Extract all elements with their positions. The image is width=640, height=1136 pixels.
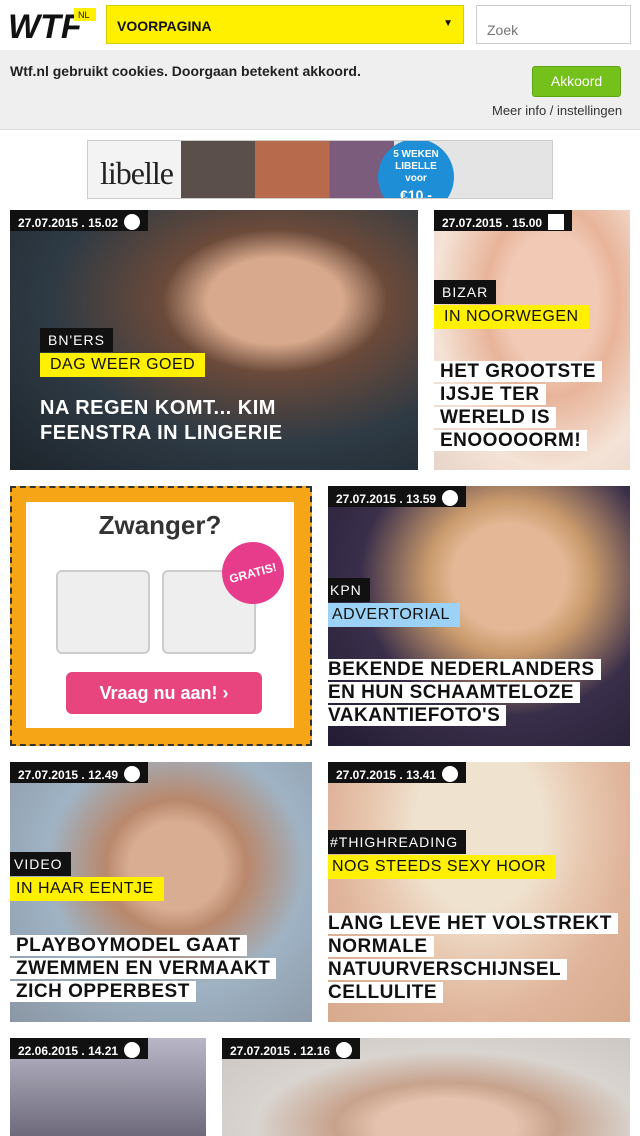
article-title: PLAYBOYMODEL GAAT ZWEMMEN EN VERMAAKT ZI… [10,934,280,1003]
article-card[interactable]: 22.06.2015 . 14.21 [10,1038,206,1136]
article-card[interactable]: 27.07.2015 . 15.02 BN'ERS DAG WEER GOED … [10,210,418,470]
article-card[interactable]: 27.07.2015 . 13.59 KPN ADVERTORIAL BEKEN… [328,486,630,746]
article-subtitle: IN HAAR EENTJE [10,877,164,901]
article-date: 22.06.2015 . 14.21 [10,1038,149,1059]
article-category: BIZAR [434,280,497,304]
article-title: HET GROOTSTE IJSJE TER WERELD IS ENOOOOO… [434,360,604,452]
article-date: 27.07.2015 . 12.49 [10,762,149,783]
ad-panel: Zwanger? GRATIS! Vraag nu aan! › [26,502,294,728]
banner-offer-line3: voor [405,173,427,184]
section-select[interactable]: VOORPAGINA ▼ [106,5,464,44]
checkered-icon [548,214,565,230]
cookie-settings-link[interactable]: Meer info / instellingen [492,103,622,118]
svg-text:NL: NL [78,10,90,20]
wtf-logo[interactable]: WTF NL [8,6,96,46]
libelle-banner-ad[interactable]: libelle 5 WEKEN LIBELLE voor €10,- [87,140,553,199]
article-date: 27.07.2015 . 12.16 [222,1038,361,1059]
banner-brand: libelle [100,155,174,191]
article-date: 27.07.2015 . 15.02 [10,210,149,231]
ouders-ad[interactable]: Zwanger? GRATIS! Vraag nu aan! › [10,486,312,746]
banner-offer-line1: 5 WEKEN [393,149,439,160]
chevron-down-icon: ▼ [443,18,453,29]
article-subtitle: ADVERTORIAL [328,603,460,627]
site-header: WTF NL VOORPAGINA ▼ [0,0,640,50]
article-date: 27.07.2015 . 15.00 [434,210,573,231]
article-category: VIDEO [10,852,71,876]
article-date: 27.07.2015 . 13.59 [328,486,467,507]
comment-icon [124,214,141,230]
article-card[interactable]: 27.07.2015 . 12.16 [222,1038,630,1136]
article-card[interactable]: 27.07.2015 . 13.41 #THIGHREADING NOG STE… [328,762,630,1022]
baby-box-image [56,570,150,654]
dollar-icon [442,490,459,506]
article-category: KPN [328,578,370,602]
article-title: LANG LEVE HET VOLSTREKT NORMALE NATUURVE… [328,912,618,1004]
search-input[interactable] [476,5,631,44]
article-date: 27.07.2015 . 13.41 [328,762,467,783]
article-title: BEKENDE NEDERLANDERS EN HUN SCHAAMTELOZE… [328,658,622,727]
article-category: BN'ERS [40,328,113,352]
svg-text:WTF: WTF [8,8,83,44]
banner-offer-badge: 5 WEKEN LIBELLE voor €10,- [378,141,454,199]
article-category: #THIGHREADING [328,830,467,854]
cookie-text: Wtf.nl gebruikt cookies. Doorgaan beteke… [10,63,361,79]
article-title: NA REGEN KOMT... KIM FEENSTRA IN LINGERI… [40,397,283,444]
article-card[interactable]: 27.07.2015 . 15.00 BIZAR IN NOORWEGEN HE… [434,210,630,470]
article-subtitle: NOG STEEDS SEXY HOOR [328,855,557,879]
article-subtitle: IN NOORWEGEN [434,305,589,329]
ad-headline: Zwanger? [98,510,222,540]
article-subtitle: DAG WEER GOED [40,353,206,377]
banner-offer-line2: LIBELLE [395,161,437,172]
comment-icon [336,1042,353,1058]
ad-cta-button[interactable]: Vraag nu aan! › [66,672,262,714]
comment-icon [124,1042,141,1058]
section-select-value: VOORPAGINA [117,18,212,34]
accept-cookies-button[interactable]: Akkoord [532,66,621,97]
article-card[interactable]: 27.07.2015 . 12.49 VIDEO IN HAAR EENTJE … [10,762,312,1022]
gamepad-icon [442,766,459,782]
comment-icon [124,766,141,782]
banner-offer-price: €10,- [400,187,432,199]
